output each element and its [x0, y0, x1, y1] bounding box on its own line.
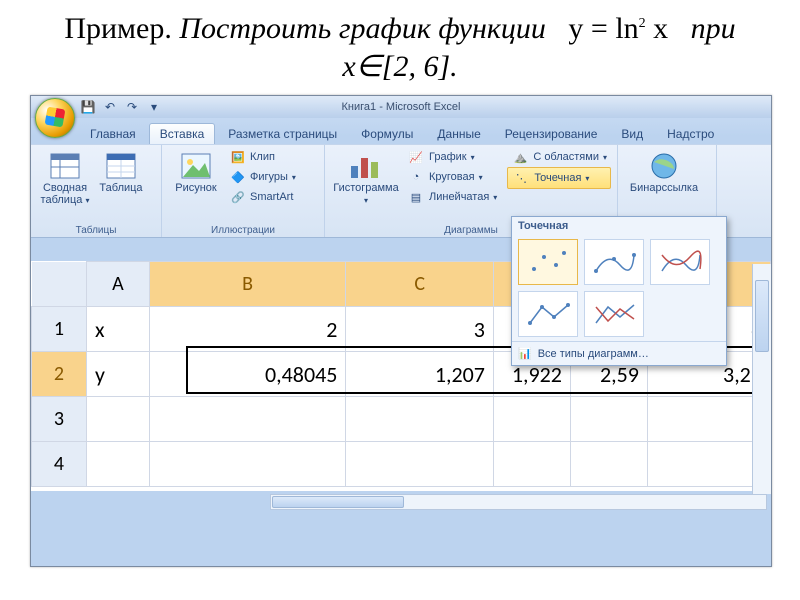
line-chart-button[interactable]: 📈График ▾ [403, 147, 501, 167]
col-B[interactable]: B [149, 262, 346, 307]
picture-button[interactable]: Рисунок [168, 147, 224, 207]
title-task: Построить график функции [179, 12, 546, 45]
smartart-button[interactable]: 🔗SmartArt [226, 187, 300, 207]
scatter-chart-icon: ⋱ [512, 170, 530, 186]
line-chart-icon: 📈 [407, 149, 425, 165]
cell-C2[interactable]: 1,207 [346, 352, 494, 397]
pivot-table-button[interactable]: Сводная таблица ▾ [37, 147, 93, 206]
globe-icon [647, 151, 681, 181]
clip-icon: 🖼️ [230, 149, 246, 165]
scatter-markers-only[interactable] [518, 239, 578, 285]
title-prefix: Пример. [64, 12, 172, 45]
scatter-lines[interactable] [584, 291, 644, 337]
shapes-button[interactable]: 🔷Фигуры ▾ [226, 167, 300, 187]
tab-page-layout[interactable]: Разметка страницы [217, 123, 348, 144]
row-1[interactable]: 1 [32, 307, 87, 352]
v-scroll-thumb[interactable] [755, 280, 769, 352]
row-4[interactable]: 4 [32, 442, 87, 487]
cell-C1[interactable]: 3 [346, 307, 494, 352]
cell-B2[interactable]: 0,48045 [149, 352, 346, 397]
scatter-chart-button[interactable]: ⋱Точечная ▾ [507, 167, 611, 189]
window-title: Книга1 - Microsoft Excel [31, 101, 771, 113]
area-chart-button[interactable]: ⛰️С областями ▾ [507, 147, 611, 167]
scatter-dropdown: Точечная 📊 Все типы диаграмм… [511, 216, 727, 366]
tab-review[interactable]: Рецензирование [494, 123, 609, 144]
tab-insert[interactable]: Вставка [149, 123, 216, 144]
scatter-smooth[interactable] [650, 239, 710, 285]
formula-left: y = ln [568, 12, 638, 45]
tab-home[interactable]: Главная [79, 123, 147, 144]
table-icon [104, 151, 138, 181]
cell-A1[interactable]: x [87, 307, 150, 352]
col-C[interactable]: C [346, 262, 494, 307]
table-button[interactable]: Таблица [93, 147, 149, 206]
tab-addins[interactable]: Надстро [656, 123, 725, 144]
tab-formulas[interactable]: Формулы [350, 123, 424, 144]
row-2[interactable]: 2 [32, 352, 87, 397]
select-all-corner[interactable] [32, 262, 87, 307]
scatter-lines-markers[interactable] [518, 291, 578, 337]
cell-B1[interactable]: 2 [149, 307, 346, 352]
column-chart-button[interactable]: Гистограмма ▾ [331, 147, 401, 207]
ribbon-tabs: Главная Вставка Разметка страницы Формул… [31, 122, 771, 144]
all-charts-icon: 📊 [518, 347, 532, 360]
tab-data[interactable]: Данные [426, 123, 491, 144]
slide-title: Пример. Построить график функции y = ln2… [0, 0, 800, 91]
title-bar: 💾 ↶ ↷ ▾ Книга1 - Microsoft Excel [31, 96, 771, 118]
row-3[interactable]: 3 [32, 397, 87, 442]
pie-chart-button[interactable]: ◔Круговая ▾ [403, 167, 501, 187]
scatter-smooth-markers[interactable] [584, 239, 644, 285]
group-tables-label: Таблицы [31, 225, 161, 236]
col-A[interactable]: A [87, 262, 150, 307]
cell-A3[interactable] [87, 397, 150, 442]
hyperlink-button[interactable]: Бинарссылка [624, 147, 704, 195]
bar-chart-icon: ▤ [407, 189, 425, 205]
picture-icon [179, 151, 213, 181]
cell-A2[interactable]: y [87, 352, 150, 397]
pie-chart-icon: ◔ [407, 169, 425, 185]
column-chart-icon [349, 151, 383, 181]
vertical-scrollbar[interactable] [752, 264, 771, 494]
shapes-icon: 🔷 [230, 169, 246, 185]
excel-window: 💾 ↶ ↷ ▾ Книга1 - Microsoft Excel Главная… [30, 95, 772, 567]
h-scroll-thumb[interactable] [272, 496, 404, 508]
horizontal-scrollbar[interactable] [270, 494, 767, 510]
formula-exp: 2 [639, 16, 646, 31]
formula-right: x [646, 12, 669, 45]
smartart-icon: 🔗 [230, 189, 246, 205]
clip-button[interactable]: 🖼️Клип [226, 147, 300, 167]
bar-chart-button[interactable]: ▤Линейчатая ▾ [403, 187, 501, 207]
scatter-dropdown-title: Точечная [512, 217, 726, 235]
area-chart-icon: ⛰️ [511, 149, 529, 165]
all-chart-types[interactable]: 📊 Все типы диаграмм… [512, 341, 726, 365]
tab-view[interactable]: Вид [610, 123, 654, 144]
cell-A4[interactable] [87, 442, 150, 487]
pivot-table-icon [48, 151, 82, 181]
group-illustrations-label: Иллюстрации [162, 225, 324, 236]
office-button[interactable] [35, 98, 75, 138]
